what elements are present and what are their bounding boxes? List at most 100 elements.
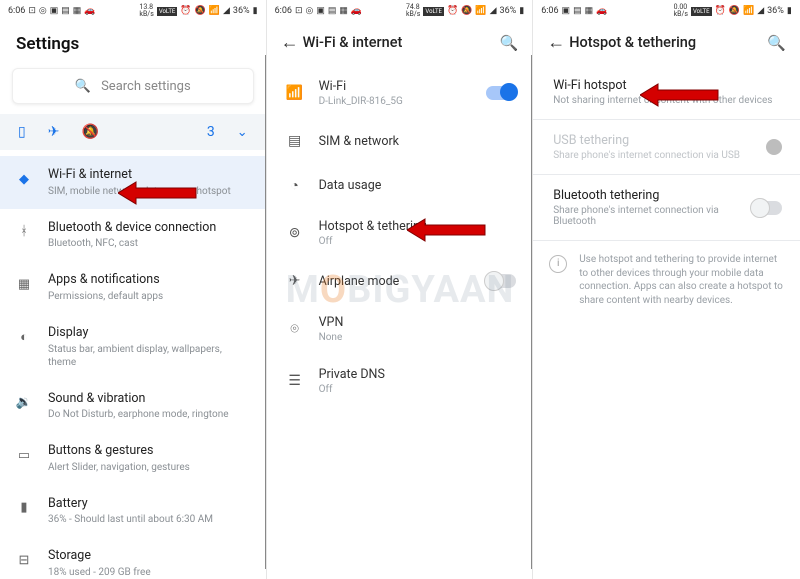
signal-icon: ◢ xyxy=(757,6,764,16)
vpn-icon: ⌾ xyxy=(285,319,305,339)
app-icon-3: ▦ xyxy=(73,6,82,16)
status-time: 6:06 xyxy=(541,6,558,16)
status-bar: 6:06 ▣▤▦🚗 0.00kB/s VoLTE ⏰🔕📶◢ 36%▮ xyxy=(533,0,800,20)
settings-item-bluetooth[interactable]: ᚼ Bluetooth & device connectionBluetooth… xyxy=(0,209,266,262)
hotspot-item-wifi-hotspot[interactable]: Wi-Fi hotspotNot sharing internet or con… xyxy=(533,67,800,117)
dnd-icon: 🔕 xyxy=(729,6,740,16)
watermark: MOBIGYAAN xyxy=(286,268,515,312)
bell-off-icon: 🔕 xyxy=(81,124,98,140)
suggestions-count: 3 xyxy=(207,124,215,140)
app-icon-1: ▣ xyxy=(50,6,59,16)
instagram-icon: ⊡ xyxy=(295,6,303,16)
sim-icon: ▤ xyxy=(285,131,305,151)
settings-list: ◆ Wi-Fi & internet SIM, mobile network, … xyxy=(0,156,266,579)
volte-icon: VoLTE xyxy=(423,7,444,16)
phone-icon: ▯ xyxy=(18,124,26,140)
info-text: Use hotspot and tethering to provide int… xyxy=(579,253,784,307)
battery-icon: ▮ xyxy=(253,6,258,16)
pane-hotspot-tethering: 6:06 ▣▤▦🚗 0.00kB/s VoLTE ⏰🔕📶◢ 36%▮ ← Hot… xyxy=(533,0,800,579)
app-icon-3: ▦ xyxy=(339,6,348,16)
net-item-wifi[interactable]: 📶 Wi-FiD-Link_DIR-816_5G xyxy=(267,67,533,119)
hotspot-item-bluetooth-tethering[interactable]: Bluetooth tetheringShare phone's interne… xyxy=(533,177,800,238)
car-icon: 🚗 xyxy=(351,6,362,16)
settings-item-storage[interactable]: ⊟ Storage18% used - 209 GB free xyxy=(0,537,266,579)
app-icon-2: ▤ xyxy=(61,6,70,16)
camera-icon: ◎ xyxy=(39,6,47,16)
alarm-icon: ⏰ xyxy=(715,6,726,16)
app-icon-1: ▣ xyxy=(316,6,325,16)
net-item-sim[interactable]: ▤ SIM & network xyxy=(267,119,533,163)
search-input[interactable]: 🔍 Search settings xyxy=(12,68,254,104)
wifi-icon: 📶 xyxy=(743,6,754,16)
bluetooth-icon: ᚼ xyxy=(14,222,34,242)
apps-icon: ▦ xyxy=(14,274,34,294)
hotspot-item-usb-tethering: USB tetheringShare phone's internet conn… xyxy=(533,122,800,172)
settings-item-display[interactable]: ◐ DisplayStatus bar, ambient display, wa… xyxy=(0,314,266,380)
car-icon: 🚗 xyxy=(596,6,607,16)
car-icon: 🚗 xyxy=(84,6,95,16)
info-note: i Use hotspot and tethering to provide i… xyxy=(533,243,800,307)
search-icon[interactable]: 🔍 xyxy=(500,34,519,52)
settings-item-apps[interactable]: ▦ Apps & notificationsPermissions, defau… xyxy=(0,261,266,314)
wifi-icon: 📶 xyxy=(209,6,220,16)
volte-icon: VoLTE xyxy=(157,7,178,16)
pane-settings: 6:06 ⊡ ◎ ▣ ▤ ▦ 🚗 13.8kB/s VoLTE ⏰ 🔕 📶 ◢ … xyxy=(0,0,267,579)
dnd-icon: 🔕 xyxy=(195,6,206,16)
search-icon[interactable]: 🔍 xyxy=(767,34,786,52)
battery-icon: ▮ xyxy=(787,6,792,16)
storage-icon: ⊟ xyxy=(14,550,34,570)
app-icon-1: ▣ xyxy=(562,6,571,16)
status-time: 6:06 xyxy=(8,6,25,16)
net-item-hotspot[interactable]: ⊚ Hotspot & tetheringOff xyxy=(267,207,533,259)
alarm-icon: ⏰ xyxy=(180,6,191,16)
data-usage-icon: ◔ xyxy=(285,175,305,195)
wifi-toggle[interactable] xyxy=(486,86,516,100)
dns-icon: ☰ xyxy=(285,371,305,391)
status-bar: 6:06 ⊡ ◎ ▣ ▤ ▦ 🚗 13.8kB/s VoLTE ⏰ 🔕 📶 ◢ … xyxy=(0,0,266,20)
page-title: Settings xyxy=(0,20,266,64)
disabled-indicator-icon xyxy=(766,139,782,155)
chevron-down-icon: ⌄ xyxy=(237,125,248,140)
battery-percent: 36% xyxy=(767,6,784,16)
net-speed: 13.8kB/s xyxy=(139,4,153,18)
app-icon-2: ▤ xyxy=(328,6,337,16)
net-item-private-dns[interactable]: ☰ Private DNSOff xyxy=(267,355,533,407)
net-item-data-usage[interactable]: ◔ Data usage xyxy=(267,163,533,207)
battery-percent: 36% xyxy=(500,6,517,16)
status-time: 6:06 xyxy=(275,6,292,16)
back-button[interactable]: ← xyxy=(281,32,303,53)
sound-icon: 🔉 xyxy=(14,393,34,413)
back-button[interactable]: ← xyxy=(547,32,569,53)
status-bar: 6:06 ⊡◎▣▤▦🚗 74.8kB/s VoLTE ⏰🔕📶◢ 36%▮ xyxy=(267,0,533,20)
instagram-icon: ⊡ xyxy=(28,6,36,16)
wifi-icon: ◆ xyxy=(14,169,34,189)
buttons-icon: ▭ xyxy=(14,445,34,465)
settings-item-wifi-internet[interactable]: ◆ Wi-Fi & internet SIM, mobile network, … xyxy=(0,156,266,209)
page-title: Wi-Fi & internet xyxy=(303,34,500,51)
send-icon: ✈ xyxy=(48,124,60,140)
search-placeholder: Search settings xyxy=(101,79,191,94)
suggestions-row[interactable]: ▯ ✈ 🔕 3 ⌄ xyxy=(0,114,266,150)
search-icon: 🔍 xyxy=(75,79,91,94)
alarm-icon: ⏰ xyxy=(447,6,458,16)
settings-item-sound[interactable]: 🔉 Sound & vibrationDo Not Disturb, earph… xyxy=(0,380,266,433)
net-speed: 74.8kB/s xyxy=(406,4,420,18)
signal-icon: ◢ xyxy=(490,6,497,16)
app-icon-2: ▤ xyxy=(573,6,582,16)
settings-item-battery[interactable]: ▮ Battery36% - Should last until about 6… xyxy=(0,485,266,538)
app-icon-3: ▦ xyxy=(585,6,594,16)
settings-item-buttons[interactable]: ▭ Buttons & gesturesAlert Slider, naviga… xyxy=(0,432,266,485)
hotspot-icon: ⊚ xyxy=(285,223,305,243)
wifi-icon: 📶 xyxy=(475,6,486,16)
battery-percent: 36% xyxy=(233,6,250,16)
dnd-icon: 🔕 xyxy=(461,6,472,16)
battery-icon: ▮ xyxy=(519,6,524,16)
bluetooth-tethering-toggle[interactable] xyxy=(752,201,782,215)
volte-icon: VoLTE xyxy=(691,7,712,16)
info-icon: i xyxy=(549,255,567,273)
signal-icon: ◢ xyxy=(223,6,230,16)
net-speed: 0.00kB/s xyxy=(674,4,688,18)
battery-settings-icon: ▮ xyxy=(14,498,34,518)
display-icon: ◐ xyxy=(14,327,34,347)
page-title: Hotspot & tethering xyxy=(569,34,767,51)
